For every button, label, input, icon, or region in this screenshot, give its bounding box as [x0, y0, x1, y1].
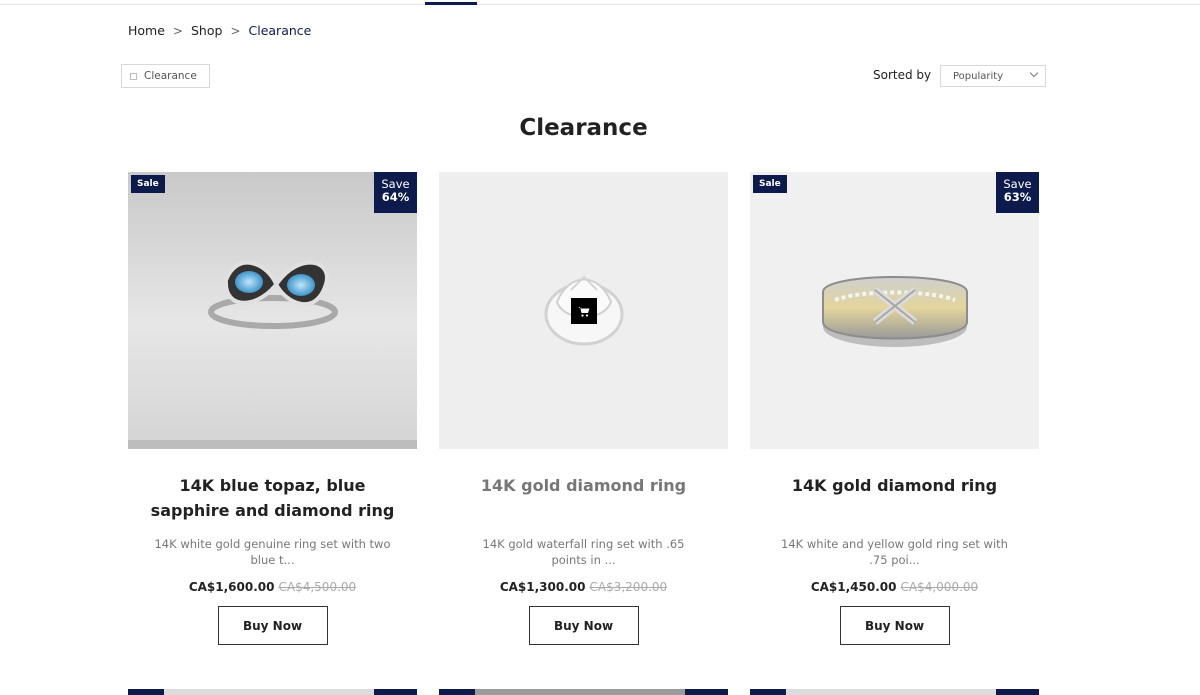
product-image[interactable]: Sale Save 63% [750, 172, 1039, 449]
product-name[interactable]: 14K blue topaz, blue sapphire and diamon… [128, 473, 417, 523]
breadcrumb-home[interactable]: Home [128, 23, 165, 38]
checkbox-icon [130, 72, 137, 80]
product-prices: CA$1,300.00 CA$3,200.00 [439, 580, 728, 594]
sort-selected-value: Popularity [953, 70, 1004, 82]
top-nav-border [0, 4, 1200, 5]
ring-photo-blue-topaz [128, 172, 417, 449]
sort-label: Sorted by [873, 68, 932, 82]
product-card: Sale Save 64% 14K blue topaz, blue sapph… [128, 172, 417, 645]
save-label: Save [1003, 177, 1032, 191]
save-percent: 63% [1003, 190, 1032, 204]
product-card: 14K gold diamond ring 14K gold waterfall… [439, 172, 728, 645]
buy-now-button[interactable]: Buy Now [528, 606, 639, 645]
sale-badge: Sale [131, 175, 165, 193]
ring-photo-two-tone [750, 172, 1039, 449]
product-old-price: CA$4,500.00 [278, 580, 357, 594]
product-prices: CA$1,450.00 CA$4,000.00 [750, 580, 1039, 594]
product-name[interactable]: 14K gold diamond ring [750, 473, 1039, 498]
product-price: CA$1,450.00 [810, 580, 897, 594]
product-name[interactable]: 14K gold diamond ring [439, 473, 728, 498]
breadcrumb-separator: > [172, 23, 183, 38]
add-to-cart-button[interactable] [571, 298, 597, 324]
page-title: Clearance [519, 115, 648, 141]
top-nav-active-indicator [425, 2, 477, 5]
buy-now-button[interactable]: Buy Now [217, 606, 328, 645]
chevron-down-icon [1029, 68, 1039, 78]
product-card: Sale Save 63% 14K gold diamond ring 14K … [750, 172, 1039, 645]
product-old-price: CA$4,000.00 [900, 580, 979, 594]
sale-badge: Sale [753, 175, 787, 193]
breadcrumb: Home > Shop > Clearance [128, 23, 311, 38]
buy-now-button[interactable]: Buy Now [839, 606, 950, 645]
product-price: CA$1,300.00 [499, 580, 586, 594]
product-card-next-row [439, 689, 728, 695]
save-percent: 64% [381, 190, 410, 204]
cart-icon [578, 306, 590, 317]
breadcrumb-separator: > [230, 23, 241, 38]
product-image[interactable] [439, 172, 728, 449]
product-description: 14K gold waterfall ring set with .65 poi… [482, 537, 685, 567]
product-card-next-row [750, 689, 1039, 695]
save-label: Save [381, 177, 410, 191]
product-prices: CA$1,600.00 CA$4,500.00 [128, 580, 417, 594]
save-badge: Save 63% [996, 172, 1039, 213]
clearance-filter-checkbox[interactable]: Clearance [121, 64, 210, 88]
product-price: CA$1,600.00 [188, 580, 275, 594]
product-description: 14K white gold genuine ring set with two… [154, 537, 391, 567]
sort-select[interactable]: Popularity [940, 65, 1046, 87]
product-old-price: CA$3,200.00 [589, 580, 668, 594]
save-badge: Save 64% [374, 172, 417, 213]
product-image[interactable]: Sale Save 64% [128, 172, 417, 449]
breadcrumb-current: Clearance [248, 23, 312, 38]
product-card-next-row [128, 689, 417, 695]
breadcrumb-shop[interactable]: Shop [191, 23, 222, 38]
filter-label: Clearance [144, 70, 197, 82]
product-description: 14K white and yellow gold ring set with … [781, 537, 1008, 567]
